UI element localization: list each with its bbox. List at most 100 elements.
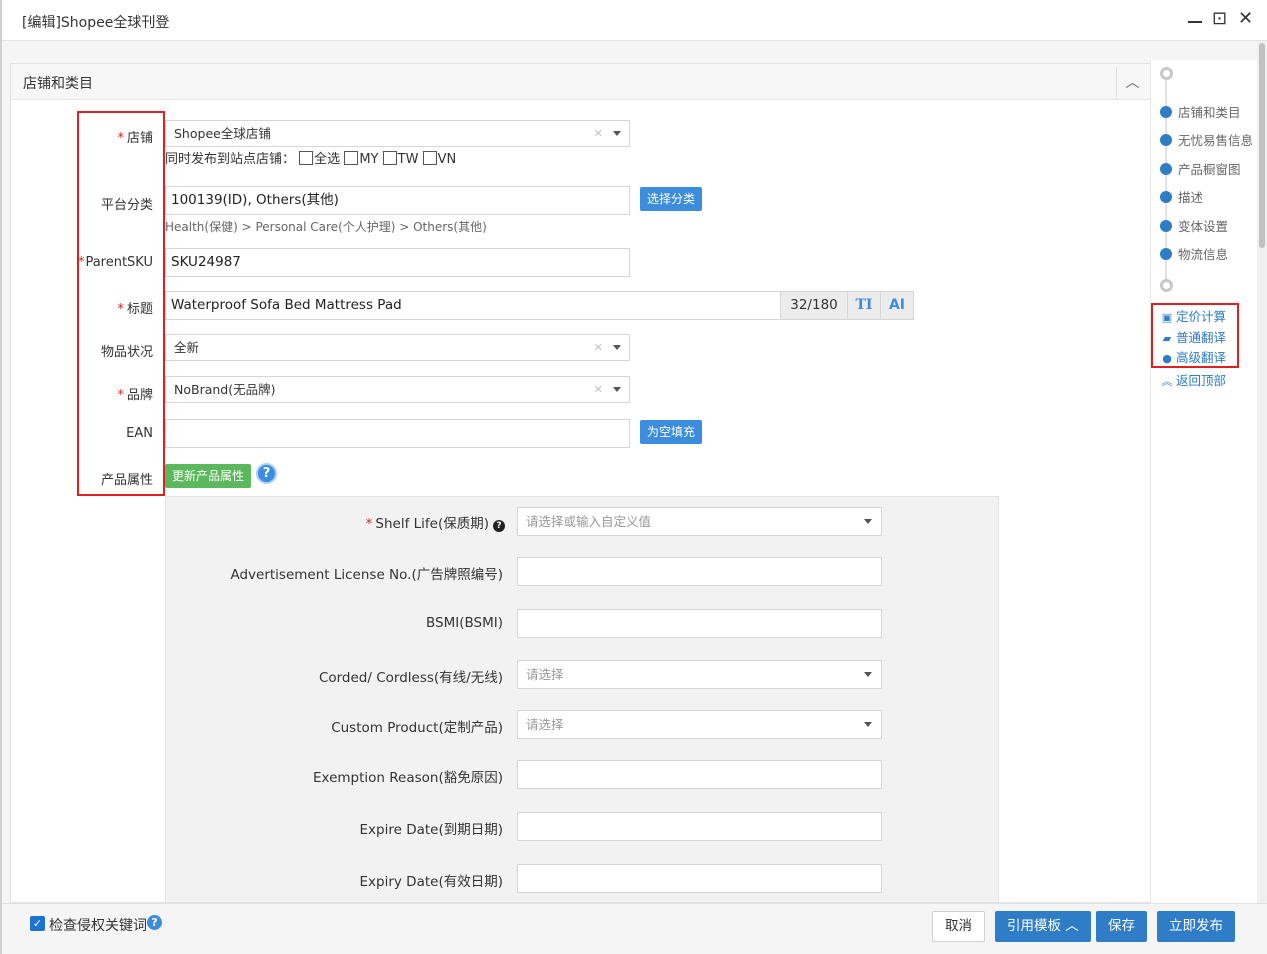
nav-dot [1160,248,1172,260]
checkbox-all[interactable] [299,151,314,165]
attr-label-exemption: Exemption Reason(豁免原因) [312,770,503,786]
attribute-panel: * Shelf Life(保质期)? 请选择或输入自定义值 Advertiseme… [165,496,999,902]
scrollbar-thumb[interactable] [1259,43,1265,248]
update-attributes-button[interactable]: 更新产品属性 [165,464,252,488]
chevron-down-icon [613,387,621,392]
chevron-down-icon [613,345,621,350]
brand-select[interactable]: NoBrand(无品牌) ✕ [165,376,630,403]
sites-label: 同时发布到站点店铺： [165,152,296,167]
condition-label: 物品状况 [100,345,153,360]
nav-start-ring [1160,67,1173,80]
back-to-top-link[interactable]: ︽ 返回顶部 [1160,370,1227,389]
nav-dot [1160,134,1172,146]
store-value: Shopee全球店铺 [174,126,271,141]
title-char-counter: 32/180 [780,291,848,320]
section-header: 店铺和类目 ︿ [11,64,1151,100]
close-icon[interactable]: ✕ [1238,8,1253,29]
attributes-label: 产品属性 [100,473,153,488]
attr-label-bsmi: BSMI(BSMI) [426,615,503,631]
checkbox-vn-label: VN [437,152,457,167]
parent-sku-input[interactable]: SKU24987 [165,248,630,277]
basic-translate-link[interactable]: ▰ 普通翻译 [1160,327,1226,346]
chevron-down-icon [864,519,872,524]
cancel-button[interactable]: 取消 [932,911,985,942]
chevron-down-icon [864,722,872,727]
checkbox-vn[interactable] [422,151,437,165]
parent-sku-label: *ParentSKU [77,255,153,270]
title-label: * 标题 [117,302,153,317]
nav-item-variants[interactable]: 变体设置 [1160,216,1228,235]
expiry-date-input[interactable] [517,864,882,893]
chevron-down-icon [613,131,621,136]
category-path: Health(保健) > Personal Care(个人护理) > Other… [165,220,487,234]
checkbox-tw[interactable] [382,151,397,165]
category-label: 平台分类 [100,198,153,213]
store-label: * 店铺 [117,131,153,146]
nav-item-store-category[interactable]: 店铺和类目 [1160,102,1241,121]
text-format-icon[interactable]: TI [847,291,881,320]
condition-select[interactable]: 全新 ✕ [165,334,630,361]
help-icon[interactable]: ? [147,915,162,930]
shelf-life-select[interactable]: 请选择或输入自定义值 [517,507,882,536]
dialog-body: 店铺和类目 ︿ * 店铺 Shopee全球店铺 ✕ 同时发布到站点店铺： 全选 M… [2,41,1267,903]
book-icon: ▰ [1162,332,1172,345]
section-title: 店铺和类目 [23,76,93,92]
clear-icon[interactable]: ✕ [594,377,603,402]
advanced-translate-link[interactable]: ● 高级翻译 [1160,347,1226,366]
infringement-check-label: 检查侵权关键词 [49,918,147,934]
double-chevron-up-icon: ︽ [1161,375,1173,388]
attr-label-shelf-life: * Shelf Life(保质期)? [366,512,505,532]
pricing-calc-link[interactable]: ▣ 定价计算 [1160,306,1226,325]
nav-item-images[interactable]: 产品橱窗图 [1160,159,1241,178]
condition-value: 全新 [174,340,200,355]
clear-icon[interactable]: ✕ [594,335,603,360]
brand-value: NoBrand(无品牌) [174,382,276,397]
ad-license-input[interactable] [517,557,882,586]
title-bar: [编辑]Shopee全球刊登 ⊡ ✕ [2,0,1267,41]
use-template-button[interactable]: 引用模板 ︿ [995,911,1091,942]
exemption-input[interactable] [517,760,882,789]
nav-item-sales-info[interactable]: 无忧易售信息 [1160,130,1253,149]
checkbox-my[interactable] [344,151,359,165]
infringement-check-checkbox[interactable]: ✓ [30,916,45,931]
help-icon[interactable]: ? [256,463,277,484]
brand-label: * 品牌 [117,388,153,403]
attr-label-ad-license: Advertisement License No.(广告牌照编号) [230,567,503,583]
expire-date-input[interactable] [517,812,882,841]
checkbox-all-label: 全选 [314,152,341,167]
category-input[interactable]: 100139(ID), Others(其他) [165,186,630,215]
attr-label-expire-date: Expire Date(到期日期) [359,822,504,838]
nav-dot [1160,220,1172,232]
attr-label-custom-product: Custom Product(定制产品) [331,720,503,736]
ai-button[interactable]: AI [880,291,914,320]
corded-select[interactable]: 请选择 [517,660,882,689]
maximize-icon[interactable]: ⊡ [1212,8,1227,29]
nav-item-description[interactable]: 描述 [1160,187,1203,206]
custom-product-select[interactable]: 请选择 [517,710,882,739]
site-checkboxes: 同时发布到站点店铺： 全选 MY TW VN [165,148,456,167]
ean-input[interactable] [165,419,630,448]
save-button[interactable]: 保存 [1096,911,1147,942]
nav-dot [1160,106,1172,118]
attr-label-expiry-date: Expiry Date(有效日期) [359,874,503,890]
store-select[interactable]: Shopee全球店铺 ✕ [165,120,630,147]
publish-button[interactable]: 立即发布 [1157,911,1235,942]
collapse-icon[interactable]: ︿ [1116,67,1148,99]
nav-dot [1160,163,1172,175]
fill-empty-button[interactable]: 为空填充 [640,420,703,444]
checkbox-tw-label: TW [397,152,419,167]
footer-bar: ✓ 检查侵权关键词 ? 取消 引用模板 ︿ 保存 立即发布 [2,903,1267,954]
nav-end-ring [1160,279,1173,292]
scrollbar[interactable] [1257,41,1267,903]
form-panel: 店铺和类目 ︿ * 店铺 Shopee全球店铺 ✕ 同时发布到站点店铺： 全选 M… [10,63,1152,903]
title-input[interactable]: Waterproof Sofa Bed Mattress Pad [165,291,781,320]
bsmi-input[interactable] [517,609,882,638]
chevron-down-icon [864,672,872,677]
attr-label-corded: Corded/ Cordless(有线/无线) [318,670,503,686]
checkbox-my-label: MY [359,152,379,167]
nav-item-logistics[interactable]: 物流信息 [1160,244,1228,263]
select-category-button[interactable]: 选择分类 [640,187,703,211]
nav-dot [1160,191,1172,203]
clear-icon[interactable]: ✕ [594,121,603,146]
right-nav: 店铺和类目 无忧易售信息 产品橱窗图 描述 变体设置 物流信息 ▣ 定价计算 ▰ 普… [1150,60,1267,903]
